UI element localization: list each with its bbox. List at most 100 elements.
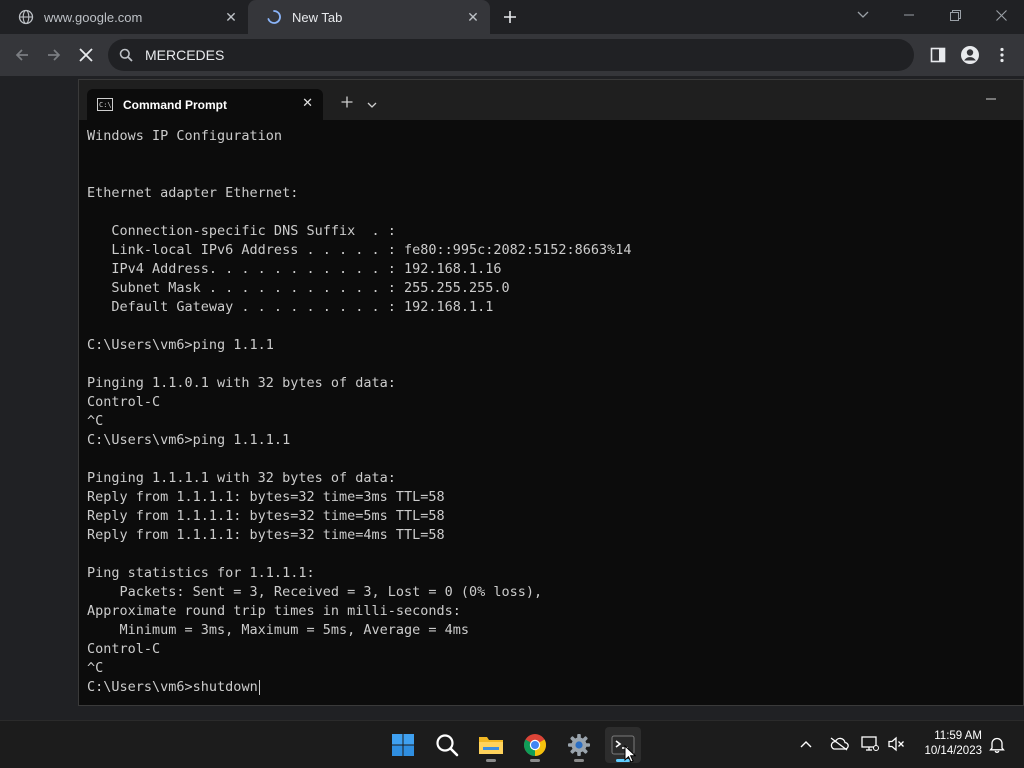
- terminal-line: Pinging 1.1.1.1 with 32 bytes of data:: [87, 470, 396, 486]
- close-tab-icon[interactable]: ✕: [222, 8, 240, 26]
- terminal-line: Ethernet adapter Ethernet:: [87, 185, 299, 201]
- chevron-down-icon: [857, 11, 869, 18]
- back-button[interactable]: [10, 43, 34, 67]
- profile-icon: [961, 46, 979, 64]
- address-input[interactable]: [143, 46, 847, 64]
- globe-icon: [18, 9, 34, 25]
- start-icon: [392, 734, 414, 756]
- terminal-line: Reply from 1.1.1.1: bytes=32 time=4ms TT…: [87, 527, 445, 543]
- terminal-line: IPv4 Address. . . . . . . . . . . : 192.…: [87, 261, 502, 277]
- plus-icon: [341, 96, 353, 108]
- terminal-window[interactable]: C:\ Command Prompt ✕ Windows IP Configur…: [78, 79, 1024, 706]
- tab-label: www.google.com: [44, 9, 143, 25]
- clock-time: 11:59 AM: [934, 730, 982, 742]
- terminal-input[interactable]: shutdown: [193, 678, 258, 697]
- chevron-up-icon: [800, 741, 812, 748]
- chrome-button[interactable]: [517, 727, 553, 763]
- terminal-line: Default Gateway . . . . . . . . . : 192.…: [87, 299, 494, 315]
- search-button[interactable]: [429, 727, 465, 763]
- search-icon: [119, 47, 135, 63]
- clock-date: 10/14/2023: [924, 745, 982, 757]
- minimize-window-button[interactable]: [886, 0, 932, 30]
- settings-icon: [568, 734, 590, 756]
- system-clock[interactable]: 11:59 AM 10/14/2023: [916, 729, 982, 759]
- terminal-line: C:\Users\vm6>ping 1.1.1: [87, 337, 274, 353]
- terminal-line: Windows IP Configuration: [87, 128, 283, 144]
- terminal-dropdown-button[interactable]: [367, 96, 381, 110]
- file-explorer-button[interactable]: [473, 727, 509, 763]
- tab-google[interactable]: www.google.com ✕: [0, 0, 248, 34]
- running-indicator: [530, 759, 540, 762]
- onedrive-button[interactable]: [828, 733, 850, 755]
- tab-label: New Tab: [292, 9, 343, 25]
- terminal-line: Pinging 1.1.0.1 with 32 bytes of data:: [87, 375, 396, 391]
- chevron-down-icon: [367, 102, 377, 108]
- terminal-line: Approximate round trip times in milli-se…: [87, 603, 461, 619]
- terminal-line: Reply from 1.1.1.1: bytes=32 time=5ms TT…: [87, 508, 445, 524]
- terminal-prompt-line[interactable]: C:\Users\vm6> shutdown: [87, 678, 1007, 697]
- terminal-line: Ping statistics for 1.1.1.1:: [87, 565, 315, 581]
- terminal-titlebar: C:\ Command Prompt ✕: [79, 80, 1023, 120]
- close-terminal-tab-icon[interactable]: ✕: [302, 95, 313, 111]
- command-prompt-icon: C:\: [97, 98, 113, 111]
- arrow-left-icon: [15, 49, 28, 61]
- start-button[interactable]: [385, 727, 421, 763]
- minimize-icon: [904, 14, 914, 16]
- forward-button[interactable]: [42, 43, 66, 67]
- menu-button[interactable]: [990, 43, 1014, 67]
- terminal-line: ^C: [87, 660, 104, 676]
- close-tab-icon[interactable]: ✕: [464, 8, 482, 26]
- close-icon: [79, 48, 93, 62]
- terminal-line: Connection-specific DNS Suffix . :: [87, 223, 396, 239]
- volume-muted-icon: [888, 736, 904, 752]
- side-panel-button[interactable]: [926, 43, 950, 67]
- bell-icon: [989, 737, 1005, 753]
- terminal-minimize-button[interactable]: [979, 88, 1003, 103]
- new-tab-button[interactable]: [498, 5, 522, 29]
- tab-new-tab[interactable]: New Tab ✕: [248, 0, 490, 34]
- search-icon: [436, 734, 459, 757]
- address-bar[interactable]: [108, 39, 914, 71]
- restore-icon: [949, 9, 961, 21]
- new-terminal-tab-button[interactable]: [337, 93, 357, 113]
- browser-tab-strip: www.google.com ✕ New Tab ✕: [0, 0, 1024, 34]
- terminal-line: C:\Users\vm6>ping 1.1.1.1: [87, 432, 291, 448]
- terminal-prompt: C:\Users\vm6>: [87, 679, 193, 695]
- terminal-tab-title: Command Prompt: [123, 97, 228, 112]
- running-indicator: [486, 759, 496, 762]
- browser-toolbar: [0, 34, 1024, 76]
- arrow-right-icon: [48, 49, 61, 61]
- volume-button[interactable]: [885, 733, 907, 755]
- terminal-line: Minimum = 3ms, Maximum = 5ms, Average = …: [87, 622, 470, 638]
- terminal-line: Subnet Mask . . . . . . . . . . . : 255.…: [87, 280, 510, 296]
- notifications-button[interactable]: [986, 733, 1008, 755]
- running-indicator: [574, 759, 584, 762]
- terminal-output[interactable]: Windows IP Configuration Ethernet adapte…: [87, 127, 1007, 702]
- terminal-tab[interactable]: C:\ Command Prompt ✕: [87, 89, 323, 120]
- network-icon: [861, 736, 879, 751]
- close-window-button[interactable]: [978, 0, 1024, 30]
- stop-loading-button[interactable]: [74, 43, 98, 67]
- loading-spinner-icon: [266, 9, 282, 25]
- profile-button[interactable]: [958, 43, 982, 67]
- terminal-line: Reply from 1.1.1.1: bytes=32 time=3ms TT…: [87, 489, 445, 505]
- show-hidden-icons-button[interactable]: [795, 733, 817, 755]
- terminal-line: Link-local IPv6 Address . . . . . : fe80…: [87, 242, 632, 258]
- close-icon: [995, 9, 1007, 21]
- chrome-icon: [524, 734, 546, 756]
- tab-search-button[interactable]: [840, 0, 886, 30]
- terminal-line: ^C: [87, 413, 104, 429]
- plus-icon: [504, 11, 516, 23]
- side-panel-icon: [930, 47, 946, 63]
- mouse-cursor-icon: [624, 745, 636, 763]
- restore-window-button[interactable]: [932, 0, 978, 30]
- network-button[interactable]: [859, 733, 881, 755]
- terminal-line: Control-C: [87, 641, 161, 657]
- settings-button[interactable]: [561, 727, 597, 763]
- file-explorer-icon: [479, 737, 503, 754]
